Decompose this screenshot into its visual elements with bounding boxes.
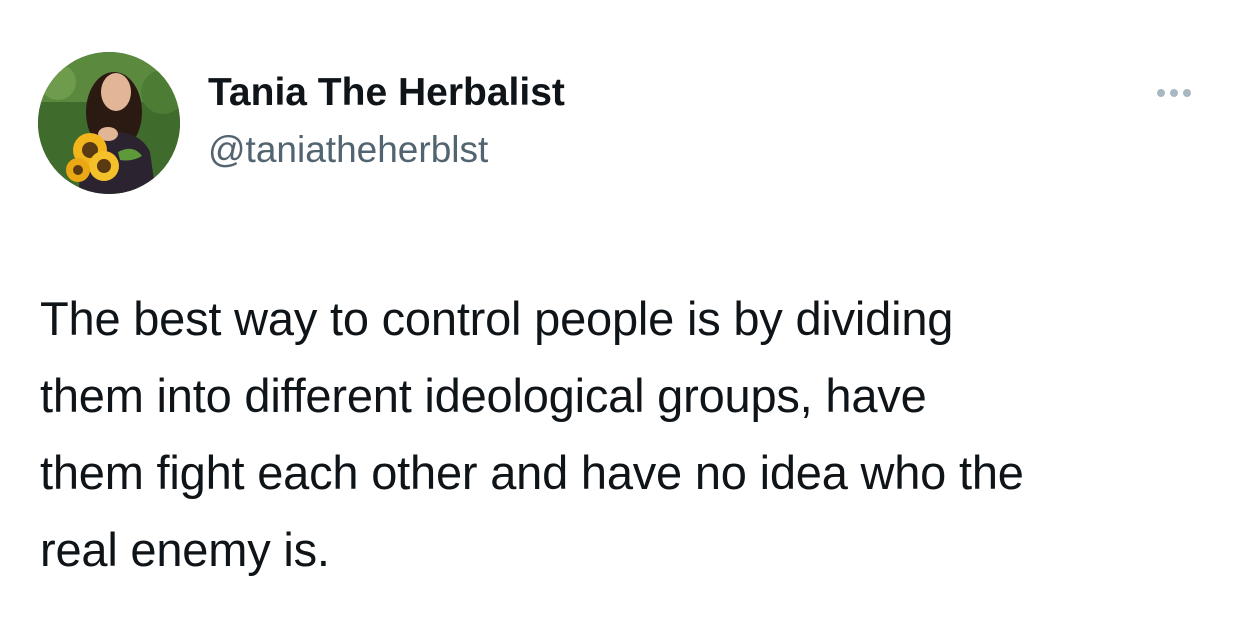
more-horizontal-icon (1170, 89, 1178, 97)
more-horizontal-icon (1157, 89, 1165, 97)
author-display-name[interactable]: Tania The Herbalist (208, 70, 565, 116)
author-avatar[interactable] (38, 52, 180, 194)
more-horizontal-icon (1183, 89, 1191, 97)
tweet-card: Tania The Herbalist @taniatheherblst The… (0, 0, 1242, 636)
tweet-body-text: The best way to control people is by div… (40, 292, 1024, 576)
more-options-button[interactable] (1144, 80, 1204, 106)
avatar-photo (38, 52, 180, 194)
author-handle[interactable]: @taniatheherblst (208, 128, 488, 172)
